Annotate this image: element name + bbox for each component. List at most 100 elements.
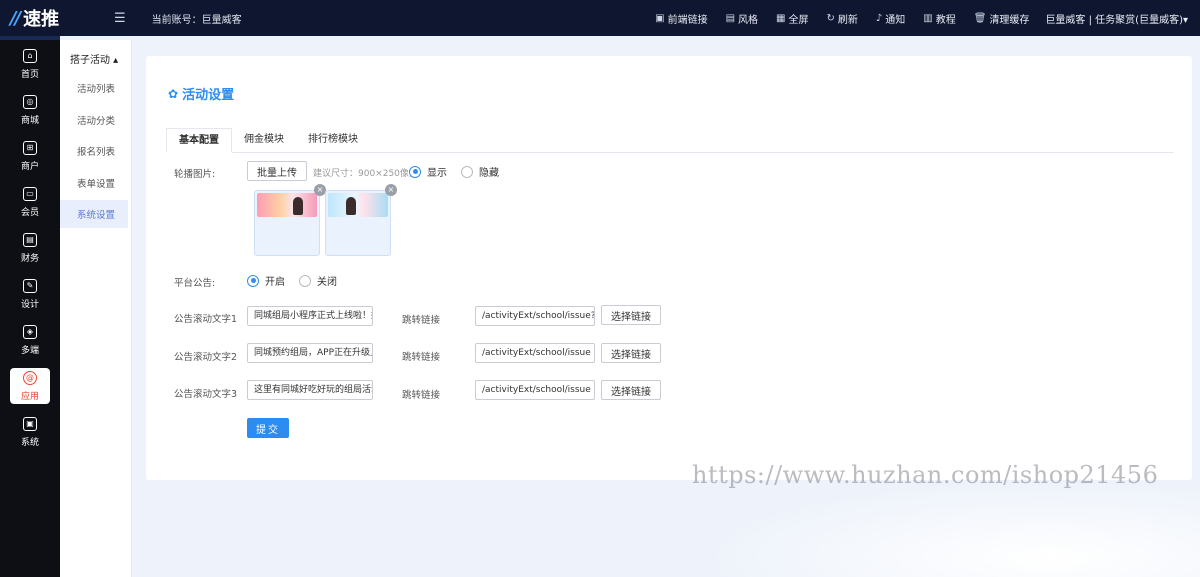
sidebar-label: 多端 <box>20 345 39 356</box>
radio-dot <box>461 165 473 178</box>
jump-link-input[interactable]: /activityExt/school/issue <box>475 343 595 363</box>
jump-link-label: 跳转链接 <box>402 315 441 326</box>
sidebar-item-finance[interactable]: ▤ 财务 <box>10 230 50 266</box>
notice-text-label: 公告滚动文字1 <box>174 314 238 325</box>
banner-image <box>257 193 317 217</box>
radio-dot <box>409 165 421 178</box>
sidebar-item-multi[interactable]: ◈ 多端 <box>10 322 50 358</box>
submenu-item-form-settings[interactable]: 表单设置 <box>60 169 131 197</box>
banner-image-figure <box>346 197 356 215</box>
select-link-button[interactable]: 选择链接 <box>601 343 661 363</box>
radio-label: 关闭 <box>317 277 337 288</box>
page-title: ✿ 活动设置 <box>168 84 235 104</box>
tab-basic-config[interactable]: 基本配置 <box>166 128 232 153</box>
display-hide-radio[interactable]: 隐藏 <box>461 164 499 179</box>
menu-collapse-icon[interactable]: ☰ <box>114 11 126 26</box>
refresh-button[interactable]: ↻ 刷新 <box>827 11 858 26</box>
display-show-radio[interactable]: 显示 <box>409 164 447 179</box>
sidebar-item-design[interactable]: ✎ 设计 <box>10 276 50 312</box>
style-icon: ▤ <box>725 12 736 24</box>
jump-link-label: 跳转链接 <box>402 352 441 363</box>
multi-icon: ◈ <box>23 324 37 339</box>
banner-image <box>328 193 388 217</box>
sidebar-item-member[interactable]: ▭ 会员 <box>10 184 50 220</box>
book-icon: ▥ <box>923 12 933 24</box>
clear-cache-label: 清理缓存 <box>989 14 1030 26</box>
tutorial-button[interactable]: ▥ 教程 <box>923 11 955 26</box>
notice-off-radio[interactable]: 关闭 <box>299 273 337 288</box>
banner-label: 轮播图片: <box>174 169 216 180</box>
page-title-text: 活动设置 <box>182 88 235 103</box>
refresh-icon: ↻ <box>826 12 835 24</box>
fullscreen-label: 全屏 <box>788 14 809 26</box>
submenu-title[interactable]: 搭子活动 ▴ <box>60 40 131 74</box>
notice-text-input[interactable]: 同城预约组局，APP正在升级上线 <box>247 343 373 363</box>
banner-thumbnail[interactable]: × <box>254 184 326 256</box>
sidebar-item-shop[interactable]: ◎ 商城 <box>10 92 50 128</box>
user-menu[interactable]: 巨量威客 | 任务聚赏(巨量威客)▾ <box>1045 11 1188 26</box>
sidebar-label: 系统 <box>20 437 39 448</box>
sidebar-label: 首页 <box>20 69 39 80</box>
bell-icon: ♪ <box>875 12 883 24</box>
submenu-item-signup-list[interactable]: 报名列表 <box>60 137 131 165</box>
jump-link-input[interactable]: /activityExt/school/issue?bid=0& <box>475 306 595 326</box>
watermark: https://www.huzhan.com/ishop21456 <box>692 461 1159 489</box>
style-label: 风格 <box>738 14 759 26</box>
select-link-button[interactable]: 选择链接 <box>601 305 661 325</box>
fullscreen-icon: ▦ <box>776 12 786 24</box>
notice-on-radio[interactable]: 开启 <box>247 273 285 288</box>
radio-label: 隐藏 <box>479 168 499 179</box>
select-link-button[interactable]: 选择链接 <box>601 380 661 400</box>
system-icon: ▣ <box>23 416 37 431</box>
submenu-item-system-settings[interactable]: 系统设置 <box>60 200 128 228</box>
radio-label: 显示 <box>427 168 447 179</box>
submenu-item-activity-list[interactable]: 活动列表 <box>60 74 131 102</box>
notice-text-input[interactable]: 这里有同城好吃好玩的组局活动， <box>247 380 373 400</box>
notice-text-label: 公告滚动文字2 <box>174 352 238 363</box>
notice-label: 平台公告: <box>174 278 216 289</box>
sidebar-item-app[interactable]: @ 应用 <box>10 368 50 404</box>
refresh-label: 刷新 <box>837 14 858 26</box>
batch-upload-button[interactable]: 批量上传 <box>247 161 307 181</box>
tutorial-label: 教程 <box>935 14 956 26</box>
sidebar-label: 商城 <box>20 115 39 126</box>
radio-dot <box>299 274 311 287</box>
sidebar-item-system[interactable]: ▣ 系统 <box>10 414 50 450</box>
notice-text-input[interactable]: 同城组局小程序正式上线啦！好玩 <box>247 306 373 326</box>
frontend-link-button[interactable]: ▣ 前端链接 <box>655 11 707 26</box>
sidebar-label: 应用 <box>20 391 39 402</box>
store-icon: ⊞ <box>23 140 37 155</box>
jump-link-label: 跳转链接 <box>402 390 441 401</box>
radio-dot <box>247 274 259 287</box>
sidebar-label: 财务 <box>20 253 39 264</box>
sidebar-item-merchant[interactable]: ⊞ 商户 <box>10 138 50 174</box>
app-icon: @ <box>23 370 37 385</box>
tab-commission[interactable]: 佣金模块 <box>232 128 296 153</box>
fullscreen-button[interactable]: ▦ 全屏 <box>776 11 808 26</box>
tab-ranking[interactable]: 排行榜模块 <box>296 128 370 153</box>
logo[interactable]: // 速推 <box>0 5 70 31</box>
sidebar-label: 商户 <box>20 161 39 172</box>
notice-text-label: 公告滚动文字3 <box>174 389 238 400</box>
jump-link-input[interactable]: /activityExt/school/issue <box>475 380 595 400</box>
close-icon[interactable]: × <box>385 184 397 196</box>
design-icon: ✎ <box>23 278 37 293</box>
frontend-link-label: 前端链接 <box>667 14 708 26</box>
sidebar-item-home[interactable]: ⌂ 首页 <box>10 46 50 82</box>
clear-cache-button[interactable]: 🗑 清理缓存 <box>974 11 1030 26</box>
banner-thumbnail[interactable]: × <box>325 184 397 256</box>
notification-button[interactable]: ♪ 通知 <box>876 11 905 26</box>
shop-icon: ◎ <box>23 94 37 109</box>
member-icon: ▭ <box>23 186 37 201</box>
link-icon: ▣ <box>655 12 665 24</box>
finance-icon: ▤ <box>23 232 37 247</box>
top-bar: // 速推 ☰ 当前账号：巨量威客 ▣ 前端链接 ▤ 风格 ▦ 全屏 ↻ 刷新 ♪ 通知 … <box>0 0 1200 36</box>
logo-text: 速推 <box>23 9 60 30</box>
tabs: 基本配置 佣金模块 排行榜模块 <box>166 128 1174 153</box>
style-button[interactable]: ▤ 风格 <box>726 11 758 26</box>
sidebar-label: 会员 <box>20 207 39 218</box>
submenu-item-activity-category[interactable]: 活动分类 <box>60 106 131 134</box>
submit-button[interactable]: 提交 <box>247 418 289 438</box>
banner-image-figure <box>293 197 303 215</box>
main-sidebar: ⌂ 首页 ◎ 商城 ⊞ 商户 ▭ 会员 ▤ 财务 ✎ 设计 ◈ 多端 @ 应用 ▣ 系统 <box>0 36 60 577</box>
